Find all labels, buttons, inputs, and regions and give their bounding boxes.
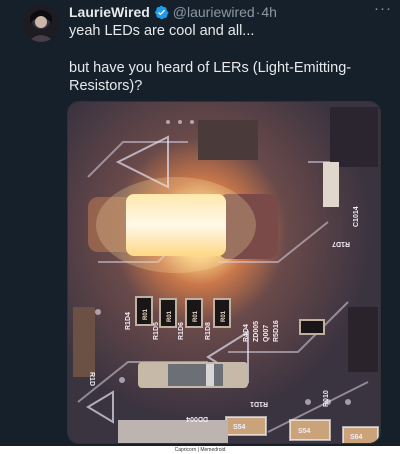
tweet-text-line-2: but have you heard of LERs (Light-Emitti… xyxy=(69,59,352,95)
tweet-text: yeah LEDs are cool and all... but have y… xyxy=(69,22,389,96)
timestamp[interactable]: 4h xyxy=(261,4,277,20)
tweet-post[interactable]: LaurieWired @lauriewired · 4h ··· yeah L… xyxy=(0,0,400,446)
pcb-label: ZD005 xyxy=(253,321,260,342)
pcb-photo: R1D4 R1D5 R1D6 R1D8 R4D4 ZD005 Q007 R5D1… xyxy=(68,102,380,443)
handle[interactable]: @lauriewired xyxy=(173,4,255,20)
pcb-label: R1D xyxy=(88,372,95,386)
pcb-label: R1D8 xyxy=(205,322,212,340)
pcb-label: Q007 xyxy=(263,325,270,342)
pcb-label: S54 xyxy=(233,424,246,431)
pcb-label: R1D7 xyxy=(332,240,350,247)
pcb-label: S54 xyxy=(298,428,311,435)
avatar[interactable] xyxy=(22,4,60,42)
tweet-text-line-1: yeah LEDs are cool and all... xyxy=(69,23,255,39)
tweet-media-image[interactable]: R1D4 R1D5 R1D6 R1D8 R4D4 ZD005 Q007 R5D1… xyxy=(67,101,381,444)
pcb-label: R1D1 xyxy=(250,400,268,407)
component-marking: R01 xyxy=(143,308,149,320)
tweet-header: LaurieWired @lauriewired · 4h ··· xyxy=(69,0,392,21)
watermark-text: Capricorn | Memedroid xyxy=(174,447,226,453)
pcb-label: R4D4 xyxy=(243,324,250,342)
watermark-bar: Capricorn | Memedroid xyxy=(0,446,400,454)
component-marking: R01 xyxy=(167,310,173,322)
separator: · xyxy=(255,4,261,20)
pcb-label: S64 xyxy=(350,434,363,441)
pcb-label: C1014 xyxy=(353,206,360,227)
pcb-label: R010 xyxy=(323,390,330,407)
pcb-label: DD004 xyxy=(186,415,208,422)
pcb-label: R5D16 xyxy=(273,320,280,342)
pcb-label: R1D5 xyxy=(153,322,160,340)
verified-badge-icon xyxy=(154,5,169,19)
avatar-image xyxy=(22,4,60,42)
component-marking: R01 xyxy=(193,310,199,322)
display-name[interactable]: LaurieWired xyxy=(69,4,150,20)
pcb-label: R1D4 xyxy=(125,312,132,330)
more-options-icon[interactable]: ··· xyxy=(374,0,392,17)
component-marking: R01 xyxy=(221,310,227,322)
pcb-label: R1D6 xyxy=(178,322,185,340)
